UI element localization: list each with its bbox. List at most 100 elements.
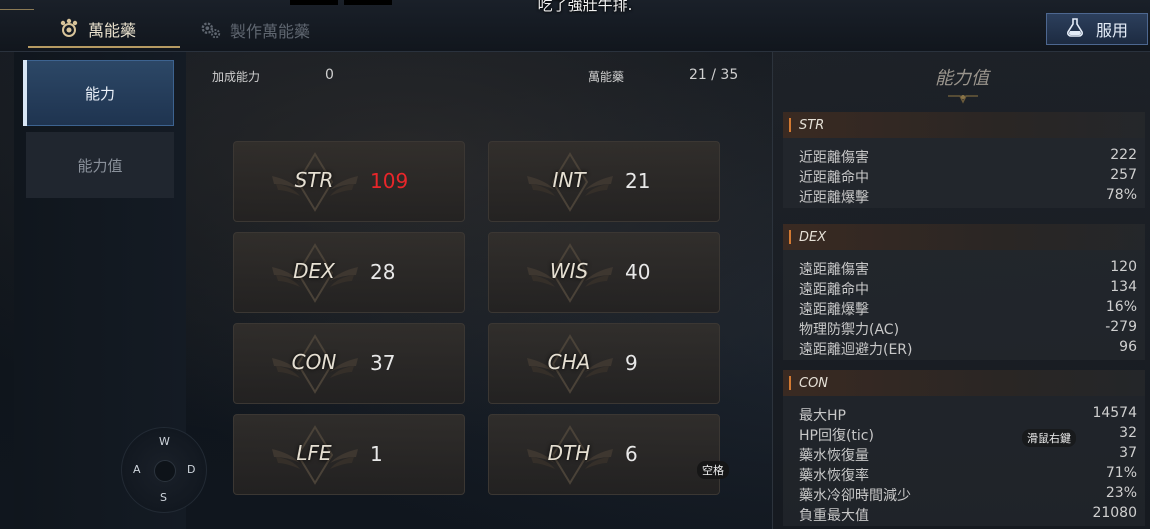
stat-value: 28 — [370, 260, 396, 284]
section-str: STR 近距離傷害 222 近距離命中 257 近距離爆擊 78% — [783, 112, 1145, 208]
stat-name: DTH — [547, 441, 591, 465]
stat-row-value: 32 — [1119, 425, 1137, 441]
stat-row-label: 最大HP — [799, 408, 846, 424]
stat-name: INT — [552, 168, 586, 192]
stat-row-label: 負重最大值 — [799, 508, 869, 524]
stat-row: 遠距離爆擊 16% — [783, 298, 1145, 318]
stat-card-dex[interactable]: DEX 28 — [233, 232, 465, 313]
section-title: STR — [799, 117, 825, 133]
tab-craft-elixir[interactable]: 製作萬能藥 — [200, 12, 350, 48]
compass-center — [154, 460, 176, 482]
section-dex: DEX 遠距離傷害 120 遠距離命中 134 遠距離爆擊 16% 物理防禦力(AC) -279… — [783, 224, 1145, 360]
use-button-label: 服用 — [1095, 21, 1128, 40]
section-title: DEX — [799, 229, 827, 245]
space-key-hint: 空格 — [697, 461, 729, 479]
stat-row: 遠距離命中 134 — [783, 278, 1145, 298]
stat-row-value: -279 — [1105, 319, 1137, 335]
section-con: CON 最大HP 14574 HP回復(tic) 32 藥水恢復量 37 藥水恢復率 71% 藥水… — [783, 370, 1145, 526]
stat-card-dth[interactable]: DTH 6 — [488, 414, 720, 495]
stat-row-label: 近距離命中 — [799, 170, 869, 186]
stat-row: 近距離傷害 222 — [783, 146, 1145, 166]
compass-key-d: D — [187, 463, 196, 476]
stat-row-value: 14574 — [1092, 405, 1137, 421]
compass-key-s: S — [160, 491, 167, 504]
stat-value: 40 — [625, 260, 651, 284]
stat-value: 109 — [370, 169, 409, 193]
stats-panel: 能力值 STR 近距離傷害 222 近距離命中 257 近距離爆擊 78% DEX 遠距離傷害 1… — [772, 52, 1150, 529]
stat-row-value: 134 — [1110, 279, 1137, 295]
corner-emblem — [0, 0, 34, 10]
use-elixir-button[interactable]: 服用 — [1046, 13, 1148, 45]
stat-row-label: 遠距離迴避力(ER) — [799, 342, 913, 358]
stat-card-int[interactable]: INT 21 — [488, 141, 720, 222]
nav-item-ability-values[interactable]: 能力值 — [26, 132, 174, 198]
compass-key-w: W — [159, 435, 170, 448]
tab-label: 製作萬能藥 — [230, 22, 311, 41]
bonus-label: 加成能力 — [212, 70, 261, 84]
stat-row-value: 16% — [1105, 299, 1137, 315]
stat-row-value: 222 — [1110, 147, 1137, 163]
elixir-count-label: 萬能藥 — [588, 70, 625, 84]
right-click-hint: 滑鼠右鍵 — [1022, 429, 1076, 447]
stat-card-wis[interactable]: WIS 40 — [488, 232, 720, 313]
stat-name: CON — [291, 350, 337, 374]
stat-name: LFE — [296, 441, 332, 465]
stat-row-label: 遠距離命中 — [799, 282, 869, 298]
section-header: CON — [783, 370, 1145, 396]
stat-value: 1 — [370, 442, 383, 466]
stat-row-value: 37 — [1119, 445, 1137, 461]
panel-title: 能力值 — [935, 68, 989, 89]
top-slot — [344, 0, 392, 5]
stat-row-label: 藥水恢復率 — [799, 468, 869, 484]
stat-card-con[interactable]: CON 37 — [233, 323, 465, 404]
nav-item-ability[interactable]: 能力 — [23, 60, 174, 126]
stat-name: CHA — [547, 350, 591, 374]
stat-value: 21 — [625, 169, 651, 193]
potion-flask-icon — [1066, 17, 1084, 41]
stat-row: 最大HP 14574 — [783, 404, 1145, 424]
stat-row: 藥水恢復量 37 — [783, 444, 1145, 464]
section-header: DEX — [783, 224, 1145, 250]
stat-card-lfe[interactable]: LFE 1 — [233, 414, 465, 495]
stat-row-value: 21080 — [1092, 505, 1137, 521]
stat-row-value: 120 — [1110, 259, 1137, 275]
movement-compass[interactable]: W A D S — [121, 427, 207, 513]
stat-row: 遠距離迴避力(ER) 96 — [783, 338, 1145, 358]
stat-row: 藥水恢復率 71% — [783, 464, 1145, 484]
stat-row: 遠距離傷害 120 — [783, 258, 1145, 278]
notification-message: 吃了強壯牛排. — [537, 0, 633, 14]
stat-row: 物理防禦力(AC) -279 — [783, 318, 1145, 338]
stat-value: 6 — [625, 442, 638, 466]
title-ornament-icon — [948, 95, 978, 104]
stat-row-label: 遠距離爆擊 — [799, 302, 869, 318]
stat-name: DEX — [293, 259, 335, 283]
stat-row-label: 藥水冷卻時間減少 — [799, 488, 911, 504]
stat-row-value: 23% — [1105, 485, 1137, 501]
section-accent-bar — [789, 376, 791, 390]
top-bar: 吃了強壯牛排. 萬能藥 製作萬能藥 服用 — [0, 0, 1150, 52]
stat-row: 近距離爆擊 78% — [783, 186, 1145, 206]
stat-row: 近距離命中 257 — [783, 166, 1145, 186]
stat-row-label: 物理防禦力(AC) — [799, 322, 900, 338]
craft-gear-icon — [200, 19, 222, 41]
elixir-icon — [58, 18, 80, 40]
stat-card-cha[interactable]: CHA 9 — [488, 323, 720, 404]
section-accent-bar — [789, 230, 791, 244]
tab-label: 萬能藥 — [88, 21, 137, 40]
stat-row: HP回復(tic) 32 — [783, 424, 1145, 444]
stat-name: STR — [294, 168, 334, 192]
stat-row-label: HP回復(tic) — [799, 428, 874, 444]
stat-row-value: 78% — [1105, 187, 1137, 203]
compass-key-a: A — [133, 463, 141, 476]
stat-row-value: 257 — [1110, 167, 1137, 183]
stat-value: 9 — [625, 351, 638, 375]
stat-row-label: 近距離爆擊 — [799, 190, 869, 206]
stat-row-label: 遠距離傷害 — [799, 262, 869, 278]
top-slot — [290, 0, 338, 5]
stat-card-str[interactable]: STR 109 — [233, 141, 465, 222]
tab-elixir[interactable]: 萬能藥 — [28, 12, 180, 48]
stat-row-value: 71% — [1105, 465, 1137, 481]
stat-row-label: 近距離傷害 — [799, 150, 869, 166]
stat-row-label: 藥水恢復量 — [799, 448, 869, 464]
stat-name: WIS — [549, 259, 589, 283]
